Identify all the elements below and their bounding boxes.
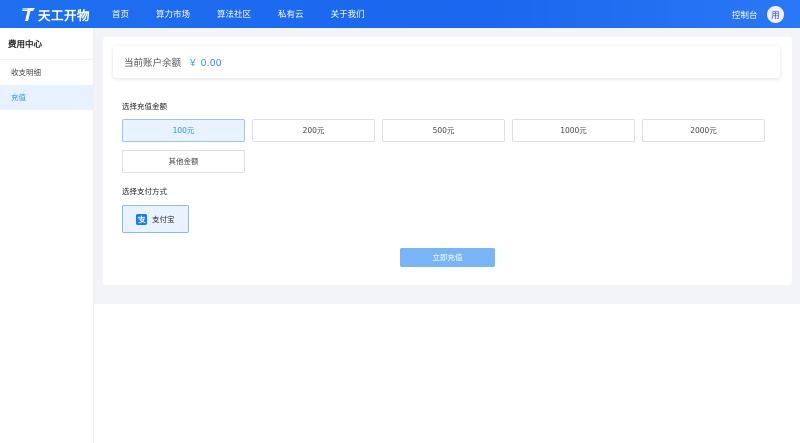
amount-option-200[interactable]: 200元 [252,119,375,142]
nav-compute-market[interactable]: 算力市场 [156,8,190,20]
logo-icon [22,8,35,21]
balance-label: 当前账户余额 [124,58,182,69]
balance-value: ￥ 0.00 [188,58,222,69]
recharge-submit-button[interactable]: 立即充值 [400,248,495,267]
sidebar-title: 费用中心 [0,28,93,60]
amount-option-500[interactable]: 500元 [382,119,505,142]
amount-option-100[interactable]: 100元 [122,119,245,142]
top-navbar: 天工开物 首页 算力市场 算法社区 私有云 关于我们 控制台 用 [0,0,800,28]
sidebar-item-recharge[interactable]: 充值 [0,85,93,110]
nav-algorithm-community[interactable]: 算法社区 [217,8,251,20]
brand-name: 天工开物 [38,7,91,23]
brand-logo[interactable]: 天工开物 [22,5,90,23]
avatar[interactable]: 用 [767,6,784,23]
sidebar-item-transactions[interactable]: 收支明细 [0,60,93,85]
amount-option-other[interactable]: 其他金额 [122,150,245,173]
amount-section-label: 选择充值金额 [122,102,167,111]
payment-option-label: 支付宝 [152,214,175,224]
payment-section-label: 选择支付方式 [122,187,167,196]
amount-option-1000[interactable]: 1000元 [512,119,635,142]
nav-about-us[interactable]: 关于我们 [331,8,365,20]
sidebar: 费用中心 收支明细 充值 [0,28,94,443]
nav-private-cloud[interactable]: 私有云 [278,8,304,20]
amount-option-2000[interactable]: 2000元 [642,119,765,142]
main-nav: 首页 算力市场 算法社区 私有云 关于我们 [112,0,392,28]
console-link[interactable]: 控制台 [732,9,758,21]
payment-option-alipay[interactable]: 支付宝 [122,205,189,233]
alipay-icon [136,213,147,225]
nav-home[interactable]: 首页 [112,8,129,20]
balance-panel: 当前账户余额 ￥ 0.00 [113,46,780,78]
